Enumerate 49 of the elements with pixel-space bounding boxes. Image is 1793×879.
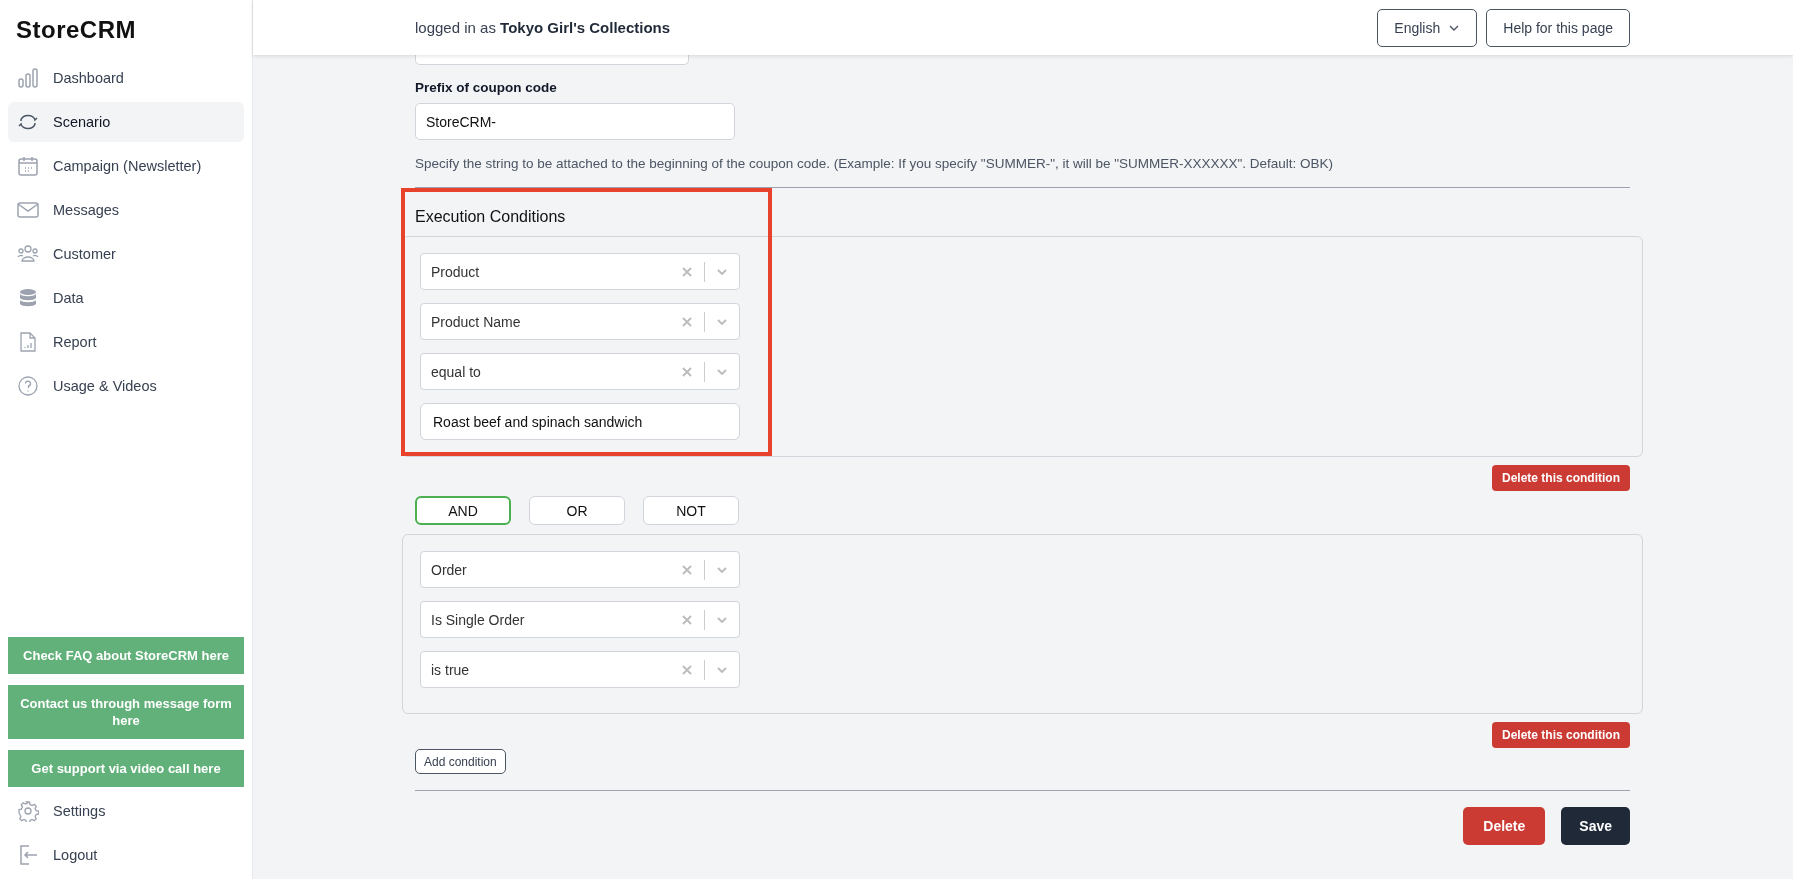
save-button[interactable]: Save	[1561, 807, 1630, 845]
calendar-icon	[17, 155, 39, 177]
language-dropdown[interactable]: English	[1377, 8, 1478, 47]
select-field[interactable]: Product	[420, 253, 740, 290]
clear-icon[interactable]	[680, 562, 694, 577]
database-icon	[17, 287, 39, 309]
section-title: Execution Conditions	[414, 207, 567, 227]
settings-icon	[17, 800, 39, 822]
sidebar-item[interactable]: Dashboard	[8, 58, 244, 98]
sidebar-item[interactable]: Data	[8, 278, 244, 318]
delete-button[interactable]: Delete	[1463, 807, 1546, 845]
app-logo: StoreCRM	[15, 15, 137, 45]
clear-icon[interactable]	[680, 364, 694, 379]
select-field[interactable]: Order	[420, 551, 740, 588]
logout-icon	[17, 844, 39, 866]
select-field[interactable]: equal to	[420, 353, 740, 390]
sidebar-item[interactable]: Customer	[8, 234, 244, 274]
mail-icon	[17, 199, 39, 221]
sidebar-item[interactable]: Scenario	[8, 102, 244, 142]
help-icon	[17, 375, 39, 397]
clear-icon[interactable]	[680, 314, 694, 329]
operator-toggle[interactable]: AND	[415, 496, 511, 525]
sidebar-item[interactable]: Usage & Videos	[8, 366, 244, 406]
bar-chart-icon	[17, 67, 39, 89]
select-field[interactable]: Is Single Order	[420, 601, 740, 638]
prefix-input[interactable]: StoreCRM-	[415, 103, 735, 140]
clear-icon[interactable]	[680, 662, 694, 677]
field-label: Prefix of coupon code	[415, 80, 558, 95]
operator-toggle[interactable]: OR	[529, 496, 625, 525]
sidebar-item[interactable]: Messages	[8, 190, 244, 230]
field-hint: Specify the string to be attached to the beginning of the coupon code. (Example: If you specify "SUMMER-", it will be "SUMMER-XXXXXX". Default: OBK)	[415, 156, 1335, 171]
select-field[interactable]: Product Name	[420, 303, 740, 340]
sidebar-item[interactable]: Settings	[8, 791, 244, 831]
add-condition-button[interactable]: Add condition	[415, 749, 506, 774]
sidebar-item[interactable]: Logout	[8, 835, 244, 875]
operator-toggle[interactable]: NOT	[643, 496, 739, 525]
help-button[interactable]: Help for this page	[1486, 8, 1630, 47]
text-input[interactable]: Roast beef and spinach sandwich	[420, 403, 740, 440]
clear-icon[interactable]	[680, 264, 694, 279]
delete-condition-button[interactable]: Delete this condition	[1492, 465, 1630, 491]
document-chart-icon	[17, 331, 39, 353]
input-field[interactable]	[415, 55, 689, 65]
login-status: logged in as Tokyo Girl's Collections	[415, 19, 671, 36]
sidebar-item[interactable]: Report	[8, 322, 244, 362]
select-field[interactable]: is true	[420, 651, 740, 688]
delete-condition-button[interactable]: Delete this condition	[1492, 722, 1630, 748]
people-icon	[17, 243, 39, 265]
clear-icon[interactable]	[680, 612, 694, 627]
sidebar-item[interactable]: Campaign (Newsletter)	[8, 146, 244, 186]
